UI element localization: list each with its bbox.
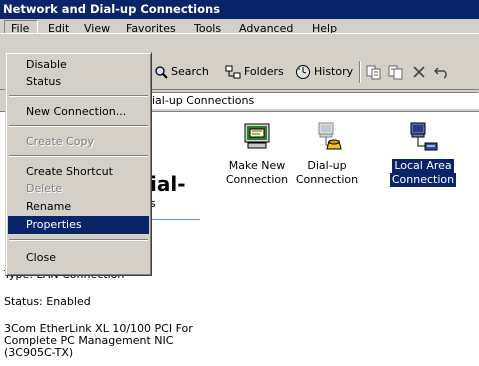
move-to-button[interactable] xyxy=(366,62,382,82)
local-area-connection-icon xyxy=(410,122,438,151)
copy-to-button[interactable] xyxy=(388,62,404,82)
menu-item-new-connection[interactable]: New Connection... xyxy=(8,103,149,121)
address-input[interactable]: ial-up Connections xyxy=(149,92,479,109)
dial-up-connection-label-2: Connection xyxy=(295,173,359,186)
close-icon xyxy=(413,66,425,78)
menu-item-close[interactable]: Close xyxy=(8,249,149,267)
panel-title-fragment: ial- xyxy=(150,172,186,196)
history-label: History xyxy=(314,65,354,78)
make-new-connection-icon xyxy=(244,123,270,149)
menu-separator xyxy=(9,95,148,97)
folders-button[interactable]: Folders xyxy=(225,62,284,82)
menu-separator xyxy=(9,125,148,127)
undo-button[interactable] xyxy=(434,62,450,82)
menu-item-disable[interactable]: Disable xyxy=(8,56,149,74)
make-new-connection[interactable]: Make New Connection xyxy=(222,121,292,187)
menu-separator xyxy=(9,155,148,157)
menu-separator xyxy=(9,239,148,241)
menu-item-create-copy: Create Copy xyxy=(26,135,94,148)
search-label: Search xyxy=(171,65,209,78)
undo-icon xyxy=(434,67,447,79)
window-title: Network and Dial-up Connections xyxy=(0,0,479,19)
folders-icon xyxy=(225,65,241,79)
history-button[interactable]: History xyxy=(295,62,353,82)
menu-item-rename[interactable]: Rename xyxy=(8,198,149,216)
menu-item-properties[interactable]: Properties xyxy=(8,216,149,234)
history-icon xyxy=(296,65,310,79)
make-new-connection-label-2: Connection xyxy=(225,173,289,186)
dial-up-connection[interactable]: Dial-up Connection xyxy=(292,121,362,187)
make-new-connection-label-1: Make New xyxy=(228,159,286,172)
local-area-connection-label-2: Connection xyxy=(389,173,457,187)
move-to-icon xyxy=(366,65,381,80)
local-area-connection[interactable]: Local Area Connection xyxy=(388,121,458,187)
menu-item-create-shortcut[interactable]: Create Shortcut xyxy=(8,163,149,181)
dial-up-connection-icon xyxy=(318,122,342,150)
connection-status: Status: Enabled xyxy=(4,295,91,308)
dial-up-connection-label-1: Dial-up xyxy=(307,159,347,172)
copy-to-icon xyxy=(388,65,403,80)
panel-divider xyxy=(150,219,200,220)
menu-item-status[interactable]: Status xyxy=(8,73,149,91)
delete-button[interactable] xyxy=(412,62,426,82)
search-icon xyxy=(155,66,168,79)
toolbar-separator xyxy=(359,61,361,83)
local-area-connection-label-1: Local Area xyxy=(392,159,454,173)
menu-item-delete: Delete xyxy=(26,182,63,195)
folders-label: Folders xyxy=(244,65,284,78)
file-menu-dropdown: Disable Status New Connection... Create … xyxy=(5,52,152,276)
menubar: File Edit View Favorites Tools Advanced … xyxy=(0,19,479,38)
device-name-line-3: (3C905C-TX) xyxy=(4,346,74,359)
search-button[interactable]: Search xyxy=(154,62,209,82)
